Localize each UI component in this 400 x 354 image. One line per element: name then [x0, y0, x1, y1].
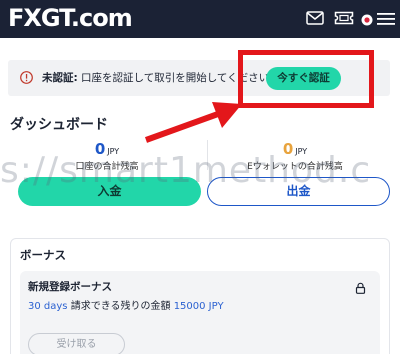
withdraw-button[interactable]: 出金: [207, 177, 390, 206]
hamburger-menu-icon[interactable]: [377, 11, 395, 27]
ewallet-balance: 0 JPY Eウォレットの合計残高: [200, 139, 390, 172]
bonus-amount: 15000 JPY: [173, 301, 224, 312]
bonus-description: 30 days 請求できる残りの金額 15000 JPY: [28, 297, 224, 312]
account-balance-amount: 0: [94, 140, 106, 158]
lock-icon: [355, 282, 366, 294]
mail-icon[interactable]: [306, 10, 324, 26]
alert-message: 未認証: 口座を認証して取引を開始してください: [42, 71, 269, 85]
ewallet-balance-amount: 0: [282, 140, 294, 158]
bonus-desc-text: 請求できる残りの金額: [67, 301, 174, 312]
bonus-section-title: ボーナス: [20, 248, 66, 262]
dashboard-title: ダッシュボード: [10, 117, 108, 133]
account-balance-currency: JPY: [107, 147, 120, 156]
alert-prefix: 未認証:: [42, 72, 78, 84]
bonus-days: 30 days: [28, 301, 68, 312]
account-balance-label: 口座の合計残高: [75, 162, 139, 172]
warning-icon: [20, 71, 33, 84]
ticket-icon[interactable]: [334, 10, 354, 26]
highlight-box: [238, 50, 374, 108]
ewallet-balance-label: Eウォレットの合計残高: [247, 162, 343, 172]
receive-bonus-button[interactable]: 受け取る: [28, 333, 125, 354]
top-header: FXGT.com: [0, 0, 400, 38]
japan-flag-icon[interactable]: [361, 12, 373, 28]
fxgt-logo[interactable]: FXGT.com: [8, 3, 133, 33]
ewallet-balance-currency: JPY: [295, 147, 308, 156]
account-balance: 0 JPY 口座の合計残高: [12, 139, 202, 172]
bonus-name: 新規登録ボーナス: [28, 281, 112, 293]
deposit-button[interactable]: 入金: [18, 177, 201, 206]
